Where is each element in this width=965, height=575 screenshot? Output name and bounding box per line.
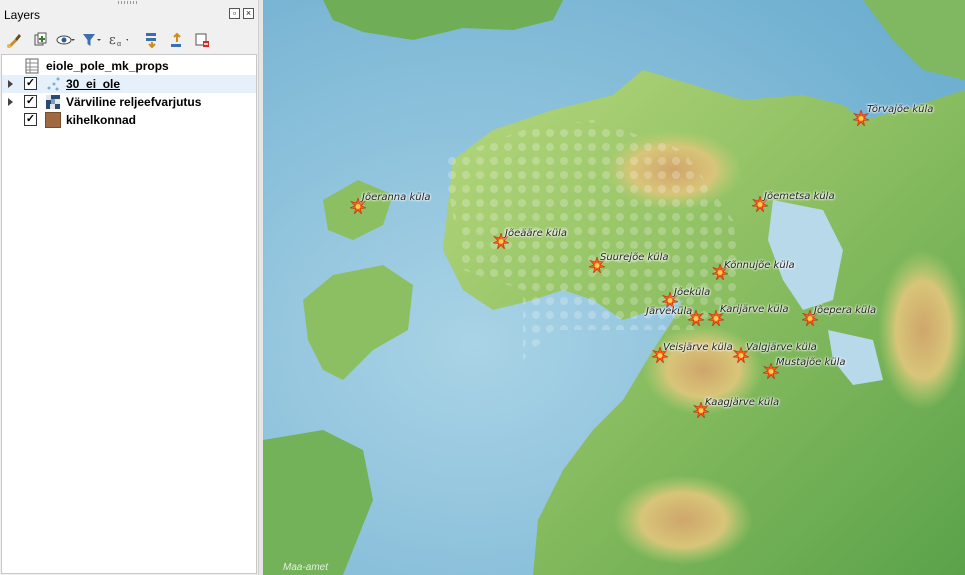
place-label: Kõnnujõe küla: [724, 260, 795, 271]
layer-row[interactable]: ✓ Värviline reljeefvarjutus: [2, 93, 256, 111]
layer-name: eiole_pole_mk_props: [46, 59, 169, 73]
place-label: Jõepera küla: [814, 305, 877, 316]
layer-tree: eiole_pole_mk_props ✓ 30_ei_ole ✓ Värvil…: [1, 54, 257, 574]
place-label: Jõeküla: [674, 287, 711, 298]
expand-arrow-icon[interactable]: [8, 98, 13, 106]
place-label: Valgjärve küla: [746, 342, 817, 353]
layer-name: Värviline reljeefvarjutus: [66, 95, 202, 109]
collapse-all-icon[interactable]: [167, 30, 187, 50]
remove-layer-icon[interactable]: [192, 30, 212, 50]
relief-map: [263, 0, 965, 575]
layer-row[interactable]: eiole_pole_mk_props: [2, 57, 256, 75]
panel-title: Layers: [4, 8, 41, 22]
layer-visibility-checkbox[interactable]: ✓: [24, 95, 37, 108]
map-attribution: Maa-amet: [283, 562, 329, 573]
table-icon: [24, 58, 40, 74]
expand-all-icon[interactable]: [142, 30, 162, 50]
style-brush-icon[interactable]: [4, 30, 24, 50]
polygon-fill-icon: [45, 112, 61, 128]
layers-panel: Layers ▫ × εα eiole_pole_mk_props ✓ 30_e…: [0, 0, 258, 575]
place-label: Karijärve küla: [720, 304, 789, 315]
place-label: Jõemetsa küla: [764, 191, 835, 202]
drag-grip-icon[interactable]: [118, 1, 138, 4]
panel-header: Layers ▫ ×: [0, 0, 258, 28]
expression-filter-icon[interactable]: εα: [108, 30, 128, 50]
map-canvas[interactable]: Tõrvajõe küla Jõeranna küla Jõemetsa küla J…: [263, 0, 965, 575]
place-label: Jõeranna küla: [362, 192, 431, 203]
svg-text:α: α: [117, 41, 121, 48]
layer-row[interactable]: ✓ kihelkonnad: [2, 111, 256, 129]
layer-visibility-checkbox[interactable]: ✓: [24, 113, 37, 126]
svg-text:ε: ε: [109, 33, 116, 48]
place-label: Veisjärve küla: [663, 342, 733, 353]
add-group-icon[interactable]: [30, 30, 50, 50]
float-panel-button[interactable]: ▫: [229, 8, 240, 19]
layer-name: 30_ei_ole: [66, 77, 121, 91]
point-layer-icon: [45, 76, 61, 92]
visibility-eye-icon[interactable]: [56, 30, 76, 50]
place-label: Järveküla: [646, 306, 693, 317]
layer-row[interactable]: ✓ 30_ei_ole: [2, 75, 256, 93]
place-label: Jõeääre küla: [505, 228, 567, 239]
layer-name: kihelkonnad: [66, 113, 137, 127]
filter-icon[interactable]: [82, 30, 102, 50]
place-label: Kaagjärve küla: [705, 397, 780, 408]
place-label: Tõrvajõe küla: [867, 104, 934, 115]
layer-visibility-checkbox[interactable]: ✓: [24, 77, 37, 90]
close-panel-button[interactable]: ×: [243, 8, 254, 19]
place-label: Mustajõe küla: [776, 357, 846, 368]
expand-arrow-icon[interactable]: [8, 80, 13, 88]
layers-toolbar: εα: [0, 28, 258, 52]
place-label: Suurejõe küla: [600, 252, 669, 263]
raster-icon: [45, 94, 61, 110]
